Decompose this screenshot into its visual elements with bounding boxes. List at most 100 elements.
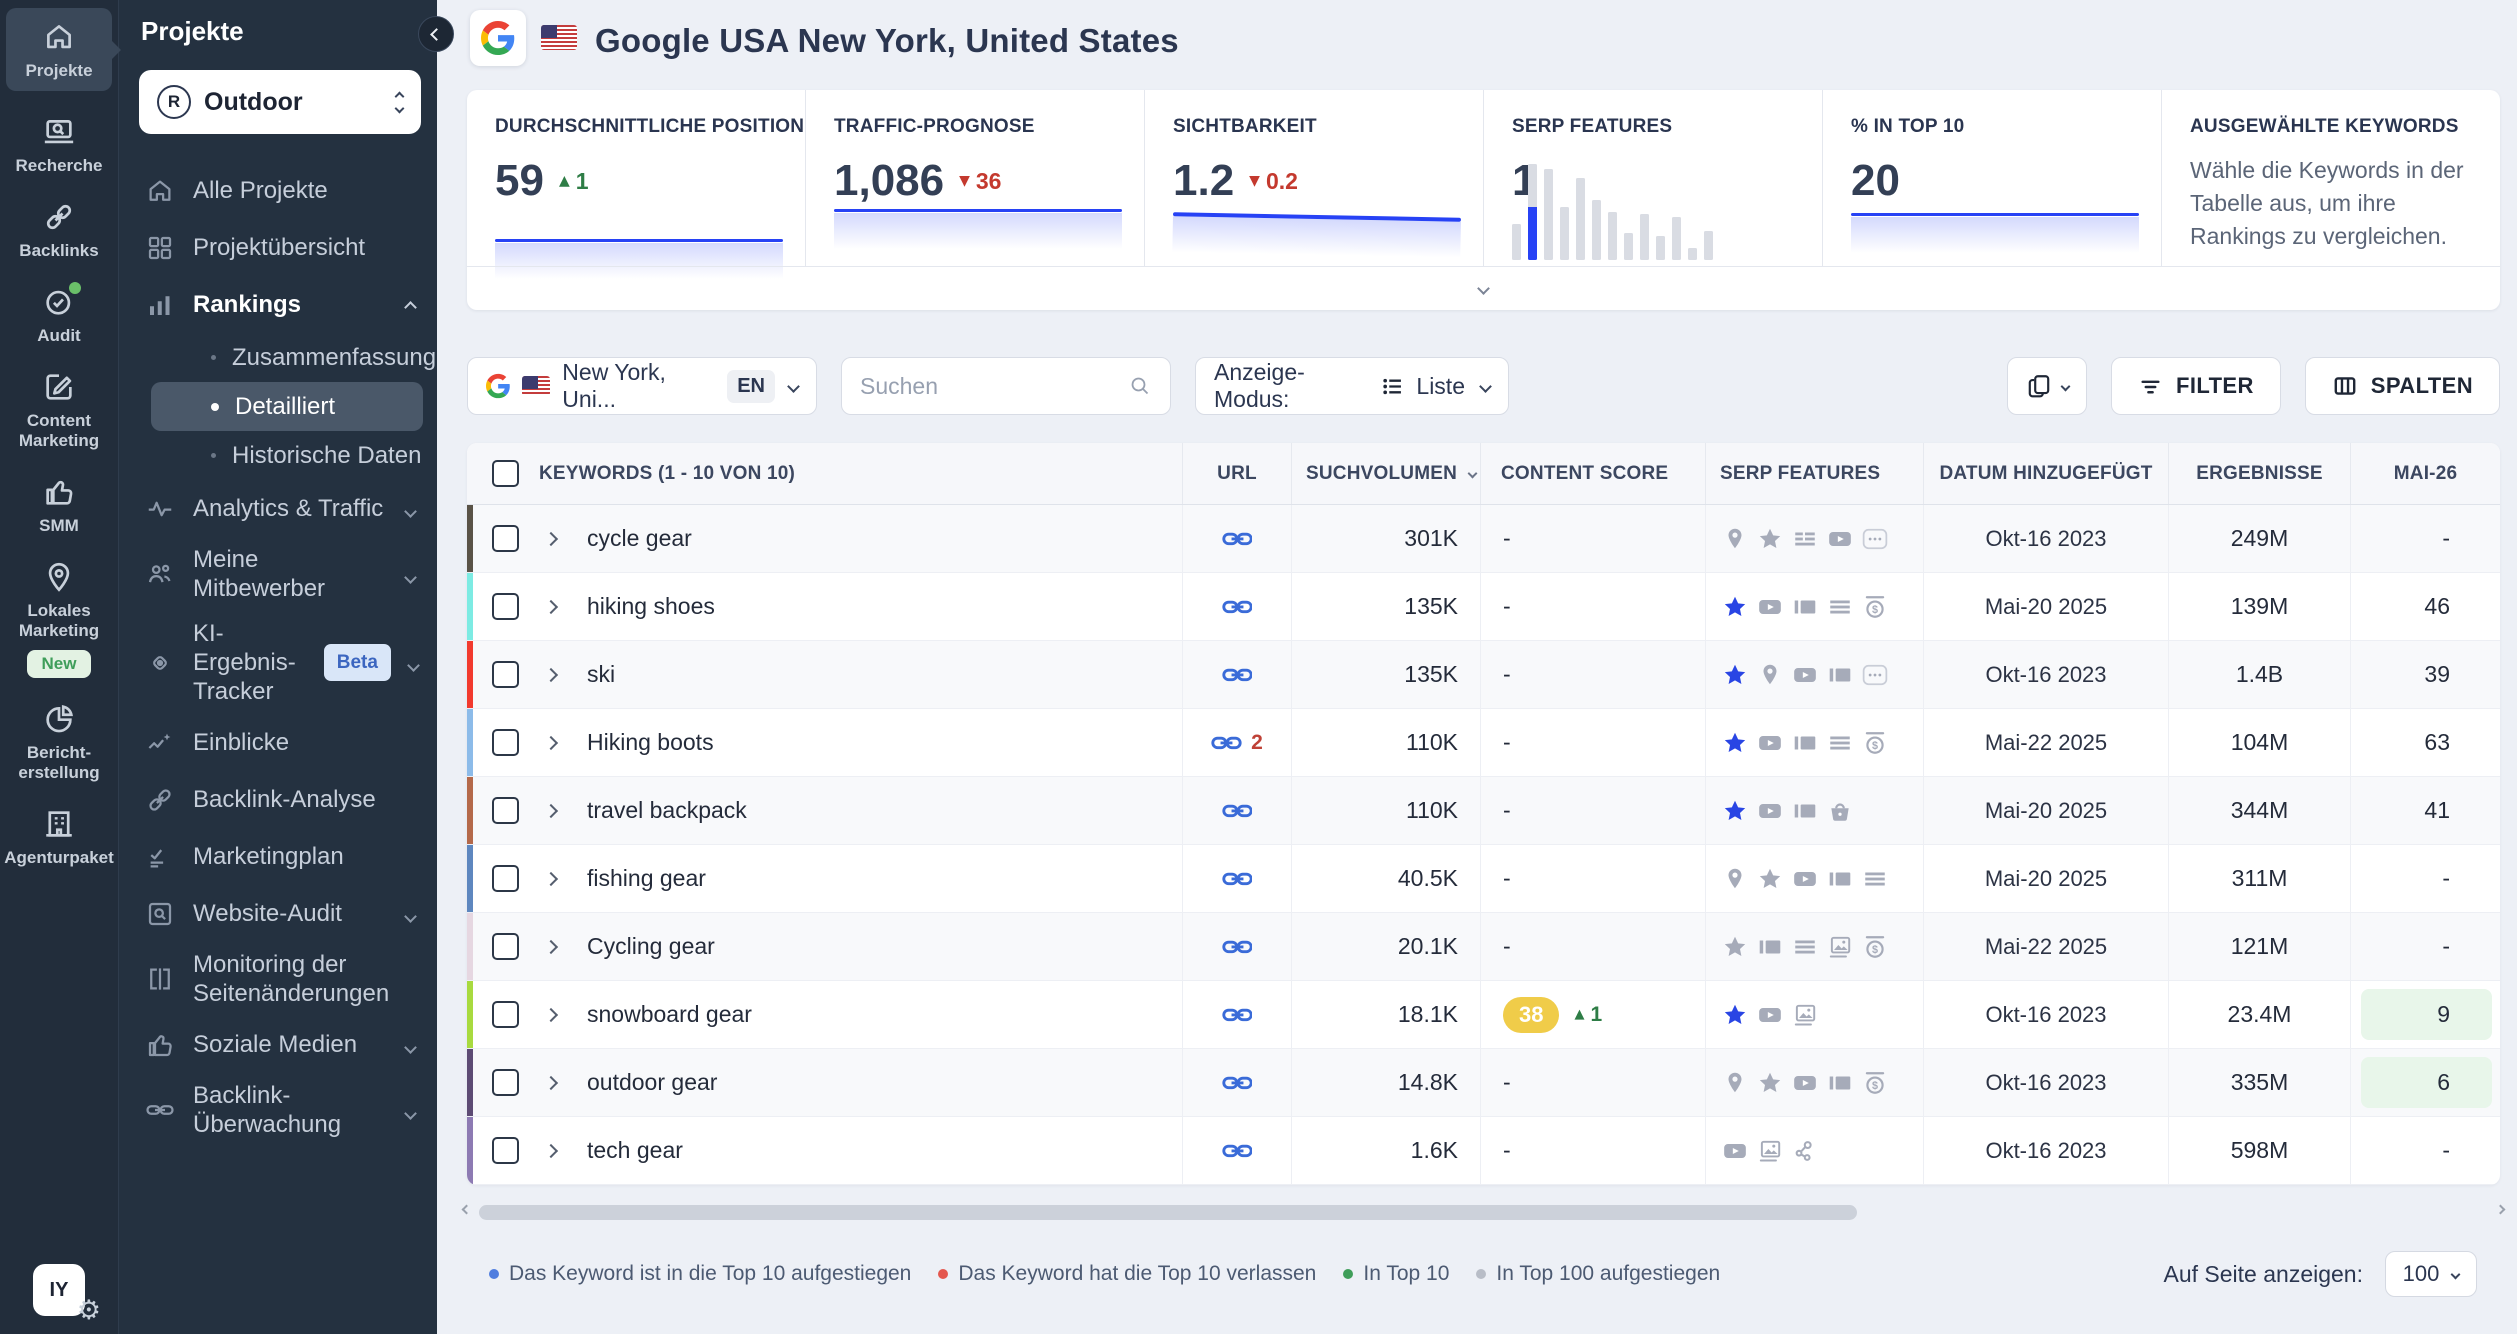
row-checkbox[interactable] (492, 1001, 519, 1028)
row-checkbox[interactable] (492, 525, 519, 552)
column-header-volume[interactable]: SUCHVOLUMEN (1291, 443, 1480, 504)
table-row[interactable]: fishing gear 40.5K - Mai-20 2025 311M - (467, 845, 2500, 913)
row-checkbox[interactable] (492, 797, 519, 824)
row-checkbox[interactable] (492, 1137, 519, 1164)
project-selector[interactable]: R Outdoor (139, 70, 421, 134)
table-row[interactable]: hiking shoes 135K - $ Mai-20 2025 139M 4… (467, 573, 2500, 641)
url-cell[interactable] (1182, 573, 1291, 640)
sidebar-collapse-button[interactable] (418, 16, 454, 52)
scrollbar-thumb[interactable] (479, 1205, 1857, 1220)
rail-item-projekte[interactable]: Projekte (6, 8, 112, 91)
url-cell[interactable] (1182, 1117, 1291, 1184)
column-header-content-score[interactable]: CONTENT SCORE (1480, 443, 1705, 504)
column-header-results[interactable]: ERGEBNISSE (2168, 443, 2350, 504)
column-header-month[interactable]: MAI-26 (2350, 443, 2500, 504)
column-header-keywords[interactable]: KEYWORDS (1 - 10 VON 10) (539, 463, 795, 485)
table-toolbar: New York, Uni... EN Anzeige-Modus: Liste… (467, 356, 2500, 416)
sidebar-item-analytics-traffic[interactable]: Analytics & Traffic (119, 480, 437, 537)
row-checkbox[interactable] (492, 865, 519, 892)
keyword-search-box[interactable] (841, 357, 1171, 415)
rail-item-agenturpaket[interactable]: Agenturpaket (6, 807, 112, 868)
expand-row-icon[interactable] (544, 871, 558, 885)
page-size-select[interactable]: 100 (2385, 1251, 2477, 1297)
url-cell[interactable] (1182, 777, 1291, 844)
rail-item-lokales-marketing[interactable]: Lokales Marketing New (6, 560, 112, 678)
select-all-checkbox[interactable] (492, 460, 519, 487)
serp-bar (1576, 178, 1585, 260)
url-cell[interactable] (1182, 913, 1291, 980)
rail-item-backlinks[interactable]: Backlinks (6, 200, 112, 261)
metric-visibility: SICHTBARKEIT 1.2 ▼0.2 (1144, 90, 1483, 266)
month-rank-cell: 6 (2350, 1049, 2500, 1116)
rail-item-berichterstellung[interactable]: Bericht-erstellung (6, 702, 112, 783)
expand-row-icon[interactable] (544, 735, 558, 749)
rail-item-audit[interactable]: Audit (6, 285, 112, 346)
expand-row-icon[interactable] (544, 531, 558, 545)
copy-view-button[interactable] (2007, 357, 2087, 415)
sidebar-subitem-label: Historische Daten (232, 442, 421, 470)
columns-button[interactable]: SPALTEN (2305, 357, 2500, 415)
settings-gear-icon[interactable]: ⚙ (77, 1295, 101, 1326)
url-cell[interactable] (1182, 981, 1291, 1048)
us-flag-icon (541, 25, 577, 50)
scroll-left-icon[interactable] (462, 1205, 472, 1215)
expand-row-icon[interactable] (544, 1143, 558, 1157)
sidebar-item-rankings[interactable]: Rankings (119, 276, 437, 333)
sidebar-item-backlink-ueberwachung[interactable]: Backlink-Überwachung (119, 1073, 437, 1147)
search-input[interactable] (860, 373, 1116, 400)
column-header-date-added[interactable]: DATUM HINZUGEFÜGT (1923, 443, 2168, 504)
row-checkbox[interactable] (492, 933, 519, 960)
sidebar-subitem-detailliert[interactable]: Detailliert (151, 382, 423, 431)
column-header-serp-features[interactable]: SERP FEATURES (1705, 443, 1923, 504)
sidebar-item-backlink-analyse[interactable]: Backlink-Analyse (119, 771, 437, 828)
table-row[interactable]: snowboard gear 18.1K 38▲1 Okt-16 2023 23… (467, 981, 2500, 1049)
url-cell[interactable] (1182, 505, 1291, 572)
horizontal-scrollbar[interactable] (467, 1203, 2500, 1223)
sidebar-item-soziale-medien[interactable]: Soziale Medien (119, 1016, 437, 1073)
row-checkbox[interactable] (492, 593, 519, 620)
metrics-collapse-button[interactable] (467, 266, 2500, 310)
table-row[interactable]: travel backpack 110K - Mai-20 2025 344M … (467, 777, 2500, 845)
sidebar-item-monitoring[interactable]: Monitoring der Seitenänderungen (119, 942, 437, 1016)
sidebar-item-ki-ergebnis-tracker[interactable]: KI-Ergebnis-Tracker Beta (119, 611, 437, 714)
bullet-dot (211, 453, 216, 458)
expand-row-icon[interactable] (544, 599, 558, 613)
row-checkbox[interactable] (492, 729, 519, 756)
sidebar-item-projektuebersicht[interactable]: Projektübersicht (119, 219, 437, 276)
expand-row-icon[interactable] (544, 1007, 558, 1021)
table-row[interactable]: Cycling gear 20.1K - $ Mai-22 2025 121M … (467, 913, 2500, 981)
sidebar-item-website-audit[interactable]: Website-Audit (119, 885, 437, 942)
expand-row-icon[interactable] (544, 1075, 558, 1089)
table-row[interactable]: outdoor gear 14.8K - $ Okt-16 2023 335M … (467, 1049, 2500, 1117)
url-cell[interactable] (1182, 641, 1291, 708)
row-checkbox[interactable] (492, 661, 519, 688)
rail-item-recherche[interactable]: Recherche (6, 115, 112, 176)
table-row[interactable]: cycle gear 301K - Okt-16 2023 249M - (467, 505, 2500, 573)
scroll-right-icon[interactable] (2496, 1205, 2506, 1215)
sidebar-item-alle-projekte[interactable]: Alle Projekte (119, 162, 437, 219)
url-cell[interactable]: 2 (1182, 709, 1291, 776)
column-header-url[interactable]: URL (1182, 443, 1291, 504)
sidebar-item-meine-mitbewerber[interactable]: Meine Mitbewerber (119, 537, 437, 611)
expand-row-icon[interactable] (544, 667, 558, 681)
table-row[interactable]: Hiking boots 2 110K - $ Mai-22 2025 104M… (467, 709, 2500, 777)
filter-button[interactable]: FILTER (2111, 357, 2281, 415)
url-cell[interactable] (1182, 845, 1291, 912)
expand-row-icon[interactable] (544, 939, 558, 953)
star-blue-serp-icon (1722, 798, 1748, 824)
sidebar-item-einblicke[interactable]: Einblicke (119, 714, 437, 771)
display-mode-selector[interactable]: Anzeige-Modus: Liste (1195, 357, 1509, 415)
sidebar-subitem-zusammenfassung[interactable]: Zusammenfassung (119, 333, 437, 382)
url-cell[interactable] (1182, 1049, 1291, 1116)
user-avatar[interactable]: IY ⚙ (33, 1264, 85, 1316)
sidebar-subitem-historische-daten[interactable]: Historische Daten (119, 431, 437, 480)
table-row[interactable]: ski 135K - Okt-16 2023 1.4B 39 (467, 641, 2500, 709)
search-engine-selector[interactable]: New York, Uni... EN (467, 357, 817, 415)
keyword-label: tech gear (587, 1137, 683, 1164)
rail-item-smm[interactable]: SMM (6, 475, 112, 536)
table-row[interactable]: tech gear 1.6K - Okt-16 2023 598M - (467, 1117, 2500, 1185)
sidebar-item-marketingplan[interactable]: Marketingplan (119, 828, 437, 885)
row-checkbox[interactable] (492, 1069, 519, 1096)
rail-item-content-marketing[interactable]: Content Marketing (6, 370, 112, 451)
expand-row-icon[interactable] (544, 803, 558, 817)
